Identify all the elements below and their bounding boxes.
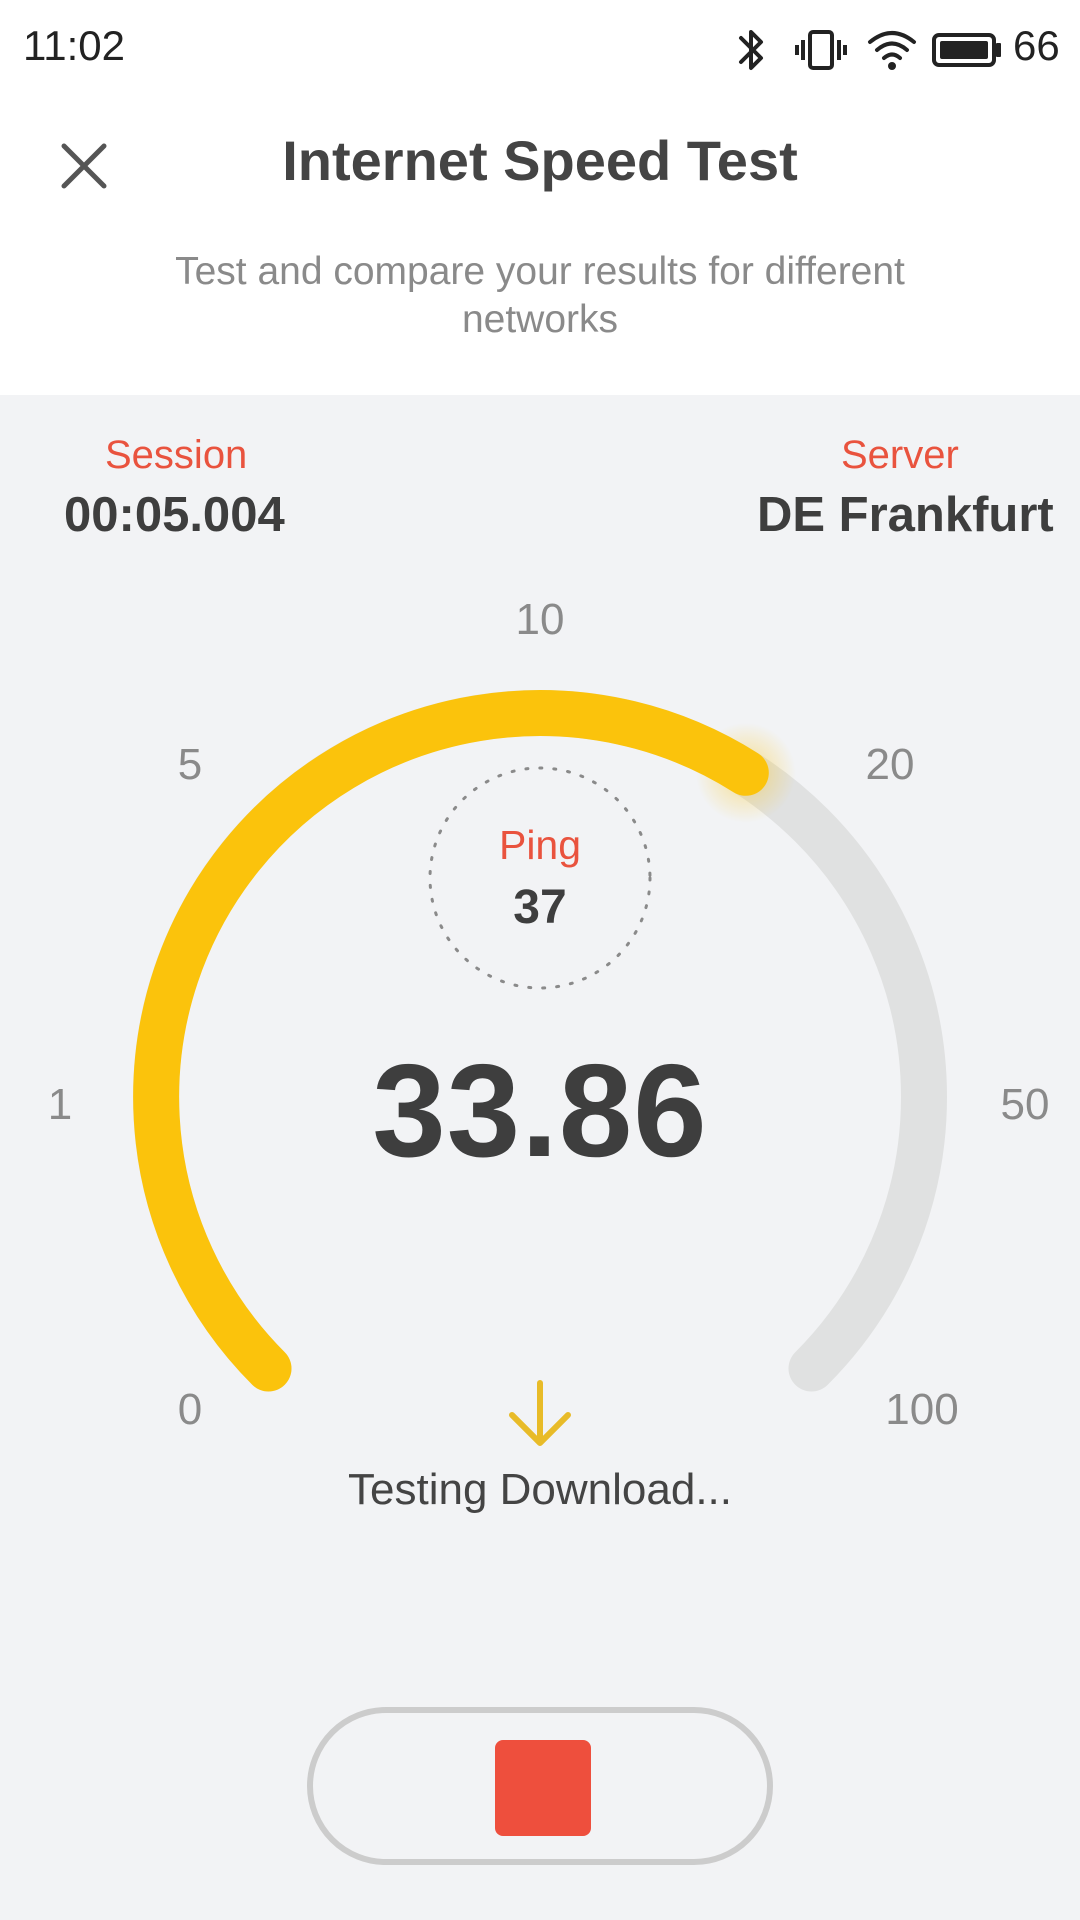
header: Internet Speed Test Test and compare you… (0, 100, 1080, 395)
ping-label: Ping (498, 822, 582, 868)
stop-test-button[interactable] (307, 1707, 773, 1865)
status-bar: 11:02 66 (0, 0, 1080, 100)
scale-label-0: 0 (177, 1385, 203, 1434)
page-subtitle: Test and compare your results for differ… (175, 250, 905, 341)
bluetooth-icon (739, 30, 763, 70)
stop-icon (495, 1740, 591, 1836)
scale-label-100: 100 (885, 1385, 959, 1434)
speed-test-screen: 11:02 66 Internet Speed Test Test and co… (0, 0, 1080, 1920)
scale-label-50: 50 (1000, 1080, 1050, 1129)
battery-icon (932, 33, 1001, 67)
scale-label-10: 10 (515, 595, 565, 644)
vibrate-icon (795, 30, 847, 70)
battery-percent: 66 (1013, 22, 1060, 69)
ping-ring (428, 766, 652, 990)
page-title: Internet Speed Test (282, 129, 798, 192)
wifi-icon (868, 31, 916, 70)
test-status-text: Testing Download... (348, 1465, 732, 1514)
download-arrow-icon (509, 1380, 571, 1446)
status-time: 11:02 (23, 22, 125, 69)
speed-test-panel: Session 00:05.004 Server DE Frankfurt 0 … (0, 395, 1080, 1920)
scale-label-1: 1 (47, 1080, 73, 1129)
scale-label-5: 5 (177, 740, 203, 789)
speed-value: 33.86 (372, 1037, 708, 1184)
ping-value: 37 (513, 881, 567, 934)
scale-label-20: 20 (865, 740, 915, 789)
